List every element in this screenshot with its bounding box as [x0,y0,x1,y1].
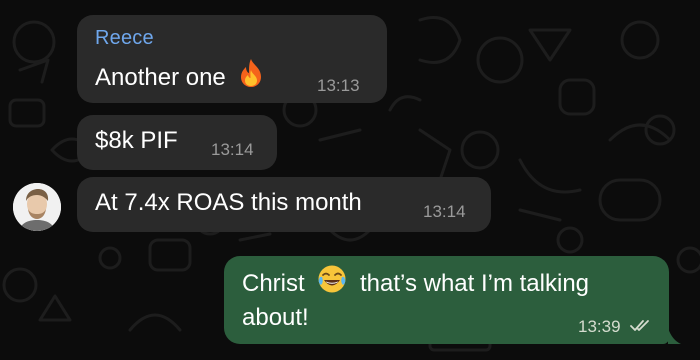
message-text: At 7.4x ROAS this month [95,189,362,216]
message-time: 13:14 [211,140,254,159]
incoming-message[interactable]: $8k PIF 13:14 [77,115,277,170]
chat-view: Reece Another one 13:13 $8k PIF 13:14 At… [0,0,700,360]
double-check-icon [630,320,649,331]
joy-icon [317,264,347,301]
incoming-message[interactable]: Reece Another one 13:13 [77,15,387,103]
message-text: Another one [95,58,264,97]
message-time: 13:13 [317,76,360,95]
avatar[interactable] [13,183,61,231]
message-text-segment: Christ [242,269,305,297]
avatar-image [13,183,61,231]
incoming-message[interactable]: At 7.4x ROAS this month 13:14 [77,177,491,232]
message-text: $8k PIF [95,127,178,154]
message-text-segment: that’s what I’m talking [360,269,590,297]
sender-name[interactable]: Reece [95,27,154,50]
fire-icon [238,58,264,95]
outgoing-message[interactable]: Christ that’s what I’m talking about! 13… [224,256,669,344]
message-text-line-1: Christ that’s what I’m talking [242,264,590,303]
message-time: 13:14 [423,202,466,221]
bubble-tail [668,328,681,344]
message-text-content: Another one [95,63,226,91]
message-time: 13:39 [578,317,621,336]
message-text-line-2: about! [242,304,309,331]
